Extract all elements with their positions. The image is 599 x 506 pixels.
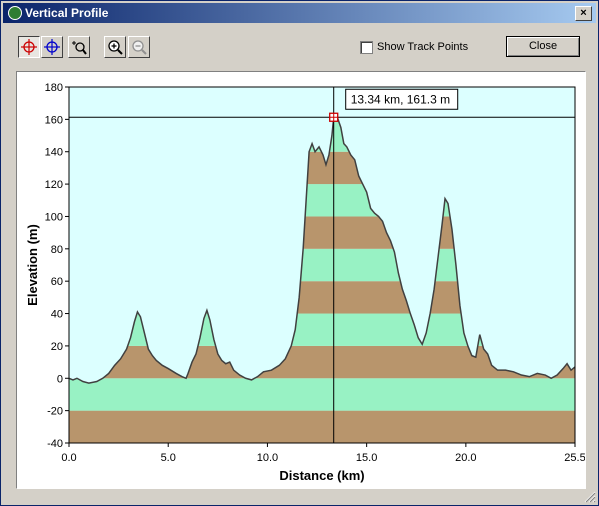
y-tick-label: 40 [51, 309, 63, 321]
show-track-points-label[interactable]: Show Track Points [377, 41, 468, 53]
close-button[interactable]: Close [506, 36, 580, 57]
y-tick-label: 140 [45, 147, 63, 159]
x-axis-label: Distance (km) [279, 468, 364, 483]
crosshair-red-tool[interactable] [18, 36, 40, 58]
x-tick-label: 20.0 [455, 452, 476, 464]
x-tick-label: 5.0 [161, 452, 176, 464]
window-close-button[interactable]: × [575, 6, 592, 21]
y-tick-label: 100 [45, 211, 63, 223]
y-tick-label: 120 [45, 179, 63, 191]
y-axis-label: Elevation (m) [25, 224, 40, 306]
title-bar[interactable]: Vertical Profile × [3, 3, 596, 23]
window-title: Vertical Profile [25, 6, 109, 20]
y-tick-label: 20 [51, 341, 63, 353]
crosshair-blue-tool[interactable] [41, 36, 63, 58]
x-tick-label: 15.0 [356, 452, 377, 464]
crosshair-icon [44, 39, 60, 55]
elevation-band [69, 410, 575, 443]
zoom-out-tool[interactable] [128, 36, 150, 58]
y-tick-label: 180 [45, 82, 63, 94]
resize-grip[interactable] [584, 491, 596, 503]
y-tick-label: -40 [47, 438, 63, 450]
show-track-points-checkbox[interactable] [360, 41, 373, 54]
vertical-profile-window: Vertical Profile × Show Track Points Clo… [0, 0, 599, 506]
y-tick-label: 0 [57, 373, 63, 385]
elevation-bands [68, 87, 576, 443]
crosshair-icon [21, 39, 37, 55]
x-tick-label: 25.5 [564, 452, 585, 464]
zoom-box-icon [72, 41, 87, 55]
y-tick-label: 80 [51, 244, 63, 256]
zoom-out-icon [132, 40, 147, 55]
elevation-profile-chart[interactable]: 180 160 140 120 100 80 60 40 20 0 -20 -40 0.0 5.0 10.0… [17, 72, 585, 488]
zoom-box-tool[interactable] [68, 36, 90, 58]
x-tick-label: 10.0 [257, 452, 278, 464]
zoom-in-icon [108, 40, 123, 55]
y-tick-label: 160 [45, 114, 63, 126]
y-tick-label: 60 [51, 276, 63, 288]
cursor-readout: 13.34 km, 161.3 m [351, 92, 450, 106]
gps-app-icon [8, 6, 22, 20]
y-tick-label: -20 [47, 406, 63, 418]
elevation-band [69, 378, 575, 411]
x-tick-label: 0.0 [61, 452, 76, 464]
profile-plot-area[interactable]: 180 160 140 120 100 80 60 40 20 0 -20 -40 0.0 5.0 10.0… [16, 71, 586, 489]
zoom-in-tool[interactable] [104, 36, 126, 58]
